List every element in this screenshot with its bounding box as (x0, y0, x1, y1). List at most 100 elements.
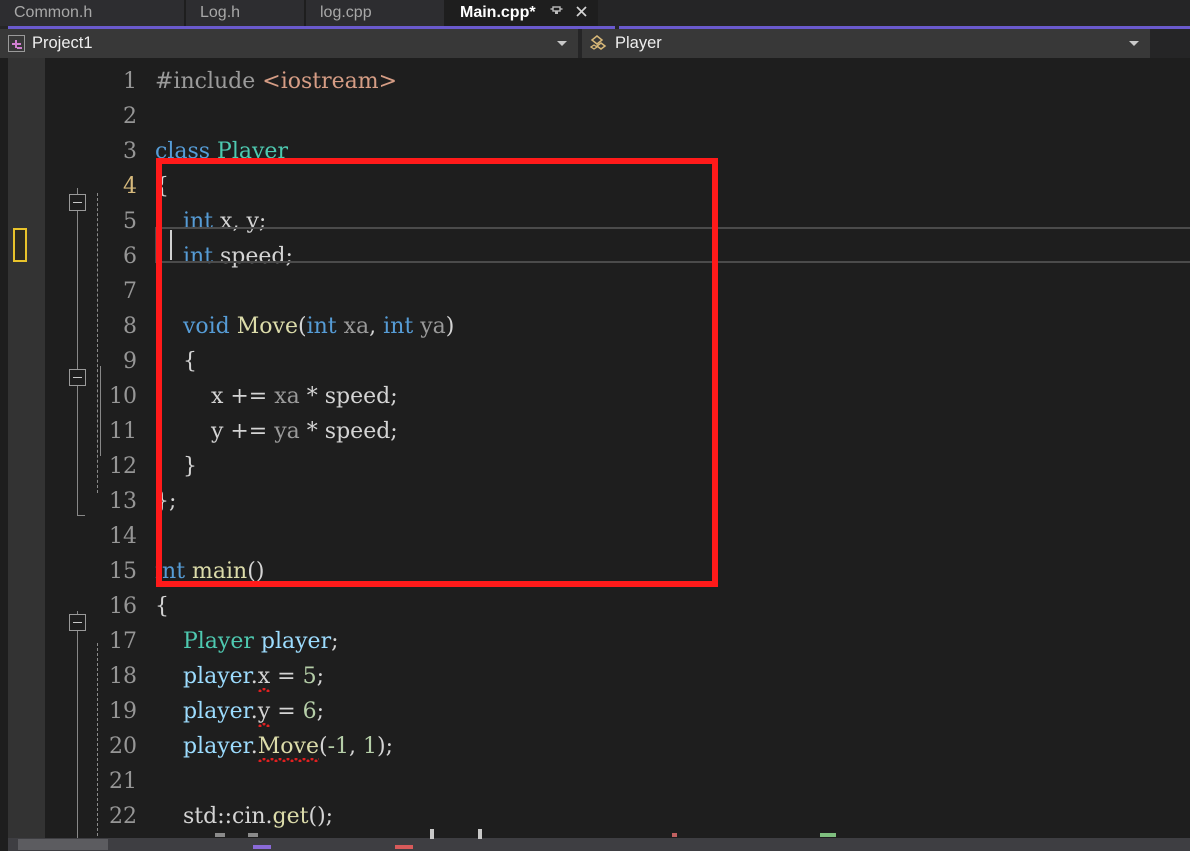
code-line-8[interactable]: void Move(int xa, int ya) (155, 309, 454, 344)
tab-log-h[interactable]: Log.h (186, 0, 306, 26)
code-line-22[interactable]: std::cin.get(); (155, 799, 333, 834)
line-number: 16 (109, 594, 137, 619)
dot-operator: . (265, 804, 273, 829)
number-6: 6 (302, 699, 317, 724)
navigation-bar: Project1 Player (0, 29, 1190, 58)
code-line-1[interactable]: #include <iostream> (155, 64, 397, 99)
code-line-19[interactable]: player.y = 6; (155, 694, 324, 729)
code-editor[interactable]: 1 2 3 4 5 6 7 8 9 10 11 12 13 14 15 16 1… (0, 58, 1190, 851)
scroll-map-marker (672, 833, 677, 837)
line-number: 10 (109, 384, 137, 409)
dot-operator: . (250, 664, 258, 689)
semicolon: ; (390, 384, 398, 409)
code-line-4[interactable]: { (155, 169, 169, 204)
structure-guide-class (77, 188, 78, 488)
field-y: y (246, 209, 259, 234)
fold-marker-class-player[interactable] (69, 194, 86, 211)
code-line-9[interactable]: { (155, 344, 197, 379)
indent-guide-class-body (97, 193, 98, 493)
tab-strip-empty-area (597, 0, 1190, 26)
field-speed: speed (324, 419, 391, 444)
semicolon: ; (285, 244, 293, 269)
scroll-map-marker (215, 833, 225, 837)
current-line-highlight (155, 227, 1190, 263)
param-xa: xa (274, 384, 307, 409)
code-line-20[interactable]: player.Move(-1, 1); (155, 729, 393, 764)
structure-guide-move (100, 366, 101, 456)
code-line-12[interactable]: } (155, 449, 197, 484)
code-line-3[interactable]: class Player (155, 134, 288, 169)
operator-multiply: * (306, 384, 325, 409)
code-line-15[interactable]: int main() (155, 554, 264, 589)
type-player: Player (217, 139, 288, 164)
tab-main-cpp[interactable]: Main.cpp* (446, 0, 598, 26)
line-number: 5 (123, 209, 137, 234)
line-number: 14 (109, 524, 137, 549)
editor-window: Common.h Log.h log.cpp Main.cpp* Project… (0, 0, 1190, 851)
code-line-18[interactable]: player.x = 5; (155, 659, 324, 694)
text-caret (170, 230, 172, 260)
close-icon[interactable] (571, 2, 592, 24)
tab-common-h[interactable]: Common.h (0, 0, 186, 26)
semicolon: ; (390, 419, 398, 444)
code-line-16[interactable]: { (155, 589, 169, 624)
fold-marker-main[interactable] (69, 614, 86, 631)
horizontal-scrollbar[interactable] (8, 838, 1190, 851)
keyword-int: int (155, 559, 193, 584)
tab-label: Common.h (14, 4, 93, 21)
project-dropdown[interactable]: Project1 (0, 29, 578, 58)
comma: , (232, 209, 247, 234)
parens: () (247, 559, 265, 584)
number-5: 5 (302, 664, 317, 689)
type-player: Player (155, 629, 261, 654)
line-number-current: 4 (123, 174, 137, 199)
breakpoint-margin[interactable] (8, 58, 45, 851)
project-dropdown-label: Project1 (32, 34, 93, 52)
code-line-6[interactable]: int speed; (155, 239, 293, 274)
brace-open: { (155, 594, 169, 619)
unsaved-change-marker[interactable] (13, 228, 27, 262)
fold-marker-move[interactable] (69, 369, 86, 386)
tab-label: Main.cpp* (460, 4, 536, 21)
indicator-margin[interactable] (0, 58, 8, 851)
dot-operator: . (250, 699, 258, 724)
structure-guide-main (77, 611, 78, 851)
semicolon: ; (316, 699, 325, 724)
line-number: 12 (109, 454, 137, 479)
horizontal-scrollbar-thumb[interactable] (18, 839, 108, 850)
line-number: 6 (123, 244, 137, 269)
keyword-int: int (155, 244, 221, 269)
code-line-13[interactable]: }; (155, 484, 176, 519)
code-surface[interactable]: 1 2 3 4 5 6 7 8 9 10 11 12 13 14 15 16 1… (45, 58, 1190, 851)
operator-plus-equals: += (230, 419, 275, 444)
brace-close: } (155, 454, 197, 479)
line-number: 19 (109, 699, 137, 724)
document-tab-strip: Common.h Log.h log.cpp Main.cpp* (0, 0, 1190, 26)
tab-label: log.cpp (320, 4, 372, 21)
chevron-down-icon[interactable] (1129, 41, 1139, 46)
pin-icon[interactable] (546, 2, 567, 24)
member-x-error: x (257, 659, 271, 694)
line-number: 11 (109, 419, 137, 444)
param-ya: ya (420, 314, 446, 339)
code-line-17[interactable]: Player player; (155, 624, 339, 659)
tab-log-cpp[interactable]: log.cpp (306, 0, 446, 26)
line-number: 17 (109, 629, 137, 654)
structure-guide-class-end (77, 488, 85, 516)
variable-player: player (155, 664, 251, 689)
chevron-down-icon[interactable] (557, 41, 567, 46)
paren-open: ( (298, 314, 307, 339)
operator-assign: = (270, 664, 303, 689)
brace-close-semicolon: }; (155, 489, 177, 514)
semicolon: ; (258, 209, 267, 234)
keyword-void: void (155, 314, 237, 339)
field-x: x (155, 384, 231, 409)
code-line-11[interactable]: y += ya * speed; (155, 414, 398, 449)
navbar-empty-area (1150, 29, 1190, 58)
keyword-class: class (155, 139, 218, 164)
code-line-10[interactable]: x += xa * speed; (155, 379, 398, 414)
brace-open: { (155, 174, 169, 199)
member-dropdown[interactable]: Player (582, 29, 1150, 58)
scroll-map-marker (395, 845, 413, 849)
semicolon: ; (316, 664, 325, 689)
